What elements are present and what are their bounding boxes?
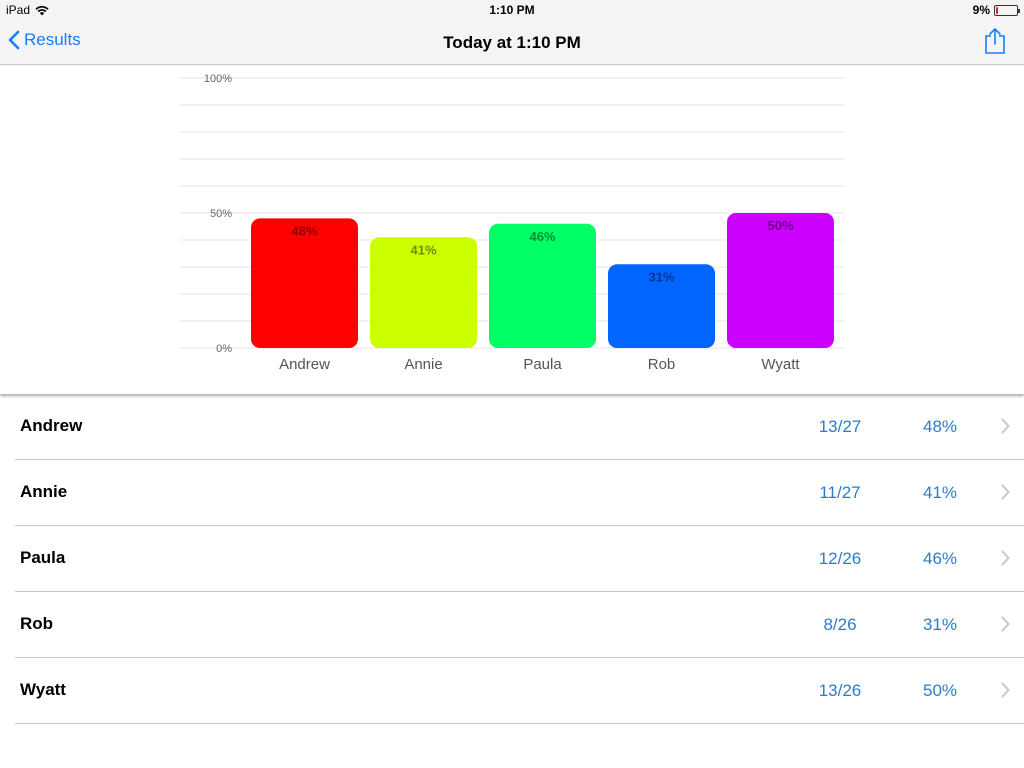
table-row[interactable]: Annie 11/27 41% <box>0 460 1024 526</box>
y-tick-label: 50% <box>210 208 232 220</box>
percent-value: 50% <box>922 681 958 700</box>
page-title: Today at 1:10 PM <box>443 33 581 52</box>
percent-value: 48% <box>922 417 958 436</box>
bar-data-label: 48% <box>291 223 317 238</box>
x-category-label: Paula <box>523 356 562 373</box>
table-row[interactable]: Paula 12/26 46% <box>0 526 1024 592</box>
percent-value: 41% <box>922 483 958 502</box>
score-value: 8/26 <box>823 615 857 634</box>
share-icon <box>985 28 1005 54</box>
table-row[interactable]: Andrew 13/27 48% <box>0 394 1024 460</box>
chevron-right-icon <box>1001 484 1010 500</box>
bar-wyatt <box>727 213 834 348</box>
bar-data-label: 31% <box>648 269 674 284</box>
percent-value: 31% <box>922 615 958 634</box>
score-value: 11/27 <box>819 483 861 502</box>
status-bar: iPad 1:10 PM 9% <box>0 0 1024 20</box>
chevron-right-icon <box>1001 550 1010 566</box>
student-name: Annie <box>20 482 68 501</box>
y-tick-label: 100% <box>204 73 232 85</box>
x-category-label: Annie <box>404 356 442 373</box>
bar-data-label: 50% <box>767 218 793 233</box>
navigation-bar: Results Today at 1:10 PM <box>0 20 1024 65</box>
results-bar-chart: 0% 50% 100% 48% Andrew 41% Annie 46% Paula 31% Rob… <box>180 73 844 373</box>
chevron-right-icon <box>1001 418 1010 434</box>
student-name: Wyatt <box>20 680 66 699</box>
percent-value: 46% <box>922 549 958 568</box>
x-category-label: Wyatt <box>761 356 800 373</box>
x-category-label: Andrew <box>279 356 330 373</box>
share-button[interactable] <box>984 27 1006 60</box>
x-category-label: Rob <box>648 356 676 373</box>
table-row[interactable]: Rob 8/26 31% <box>0 592 1024 658</box>
table-row[interactable]: Wyatt 13/26 50% <box>0 658 1024 724</box>
score-value: 13/27 <box>818 417 862 436</box>
battery-level <box>996 6 998 14</box>
score-value: 12/26 <box>818 549 862 568</box>
y-tick-label: 0% <box>216 343 232 355</box>
battery-percent: 9% <box>972 3 990 17</box>
battery-icon <box>994 4 1020 16</box>
score-value: 13/26 <box>818 681 862 700</box>
bar-data-label: 46% <box>529 229 555 244</box>
chart-panel: 0% 50% 100% 48% Andrew 41% Annie 46% Paula 31% Rob… <box>0 66 1024 394</box>
status-right: 9% <box>972 3 1020 17</box>
results-table: Andrew 13/27 48% Annie 11/27 41% Paula 12/26 46%… <box>0 394 1024 724</box>
student-name: Paula <box>20 548 66 567</box>
status-time: 1:10 PM <box>489 3 535 17</box>
chevron-right-icon <box>1001 616 1010 632</box>
student-name: Rob <box>20 614 54 633</box>
student-name: Andrew <box>20 416 83 435</box>
chevron-right-icon <box>1001 682 1010 698</box>
bar-data-label: 41% <box>410 242 436 257</box>
